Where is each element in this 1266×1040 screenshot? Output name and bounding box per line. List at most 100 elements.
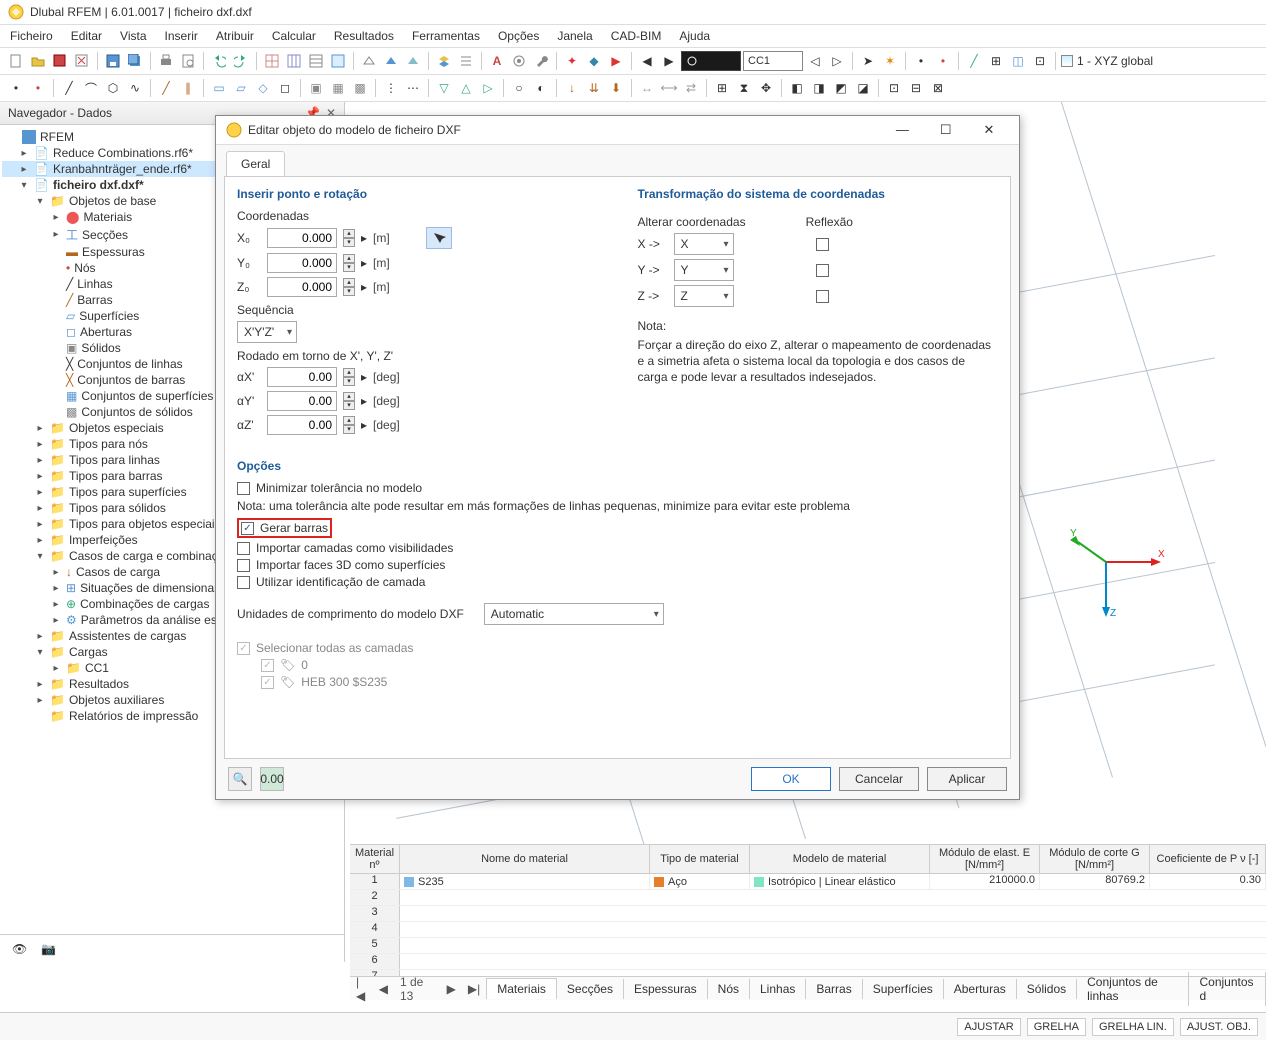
t3-icon[interactable]: ◩: [831, 78, 851, 98]
calc1-icon[interactable]: ✦: [562, 51, 582, 71]
tree-file[interactable]: Reduce Combinations.rf6*: [53, 146, 193, 160]
cancel-button[interactable]: Cancelar: [839, 767, 919, 791]
cell-tipo[interactable]: Aço: [668, 876, 687, 888]
spin-down[interactable]: ▾: [343, 287, 355, 296]
menu-ficheiro[interactable]: Ficheiro: [8, 27, 55, 45]
tab-nos[interactable]: Nós: [708, 979, 750, 999]
tree-cat[interactable]: Tipos para superfícies: [69, 485, 187, 499]
back-icon[interactable]: ◀: [637, 51, 657, 71]
cell-v[interactable]: 0.30: [1150, 874, 1266, 889]
menu-resultados[interactable]: Resultados: [332, 27, 396, 45]
next-icon[interactable]: ▷: [827, 51, 847, 71]
checkbox-import-3d[interactable]: [237, 559, 250, 572]
col-v[interactable]: Coeficiente de P ν [-]: [1150, 845, 1266, 873]
col-nome[interactable]: Nome do material: [400, 845, 650, 873]
input-ay[interactable]: [267, 391, 337, 411]
col-modelo[interactable]: Modelo de material: [750, 845, 930, 873]
spin-up[interactable]: ▴: [343, 278, 355, 287]
ok-button[interactable]: OK: [751, 767, 831, 791]
data-grid[interactable]: Material nº Nome do material Tipo de mat…: [350, 844, 1266, 976]
grid3-icon[interactable]: [306, 51, 326, 71]
cell-nome[interactable]: S235: [418, 876, 444, 888]
menu-inserir[interactable]: Inserir: [163, 27, 200, 45]
undo-icon[interactable]: [209, 51, 229, 71]
step-icon[interactable]: ▸: [361, 231, 367, 245]
menu-calcular[interactable]: Calcular: [270, 27, 318, 45]
tab-barras[interactable]: Barras: [806, 979, 862, 999]
menu-cadbim[interactable]: CAD-BIM: [609, 27, 664, 45]
fwd-icon[interactable]: ▶: [659, 51, 679, 71]
table-icon[interactable]: [328, 51, 348, 71]
tree-cat[interactable]: Tipos para sólidos: [69, 501, 166, 515]
dim2-icon[interactable]: ⟷: [659, 78, 679, 98]
scale-dropdown[interactable]: [681, 51, 741, 71]
hinge1-icon[interactable]: ○: [509, 78, 529, 98]
surf3-icon[interactable]: ◇: [253, 78, 273, 98]
dim3-icon[interactable]: ⇄: [681, 78, 701, 98]
tab-materiais[interactable]: Materiais: [486, 978, 557, 999]
cell-num[interactable]: 1: [350, 874, 400, 889]
tree-cat[interactable]: Relatórios de impressão: [69, 709, 198, 723]
input-az[interactable]: [267, 415, 337, 435]
tree-cat[interactable]: Assistentes de cargas: [69, 629, 186, 643]
grid1-icon[interactable]: [262, 51, 282, 71]
tree-item[interactable]: CC1: [85, 661, 109, 675]
sol1-icon[interactable]: ▣: [306, 78, 326, 98]
tab-conj2[interactable]: Conjuntos d: [1189, 972, 1266, 1006]
close-button[interactable]: ✕: [969, 122, 1009, 138]
maximize-button[interactable]: ☐: [926, 122, 966, 138]
checkbox-min-tol[interactable]: [237, 482, 250, 495]
spline-icon[interactable]: ∿: [125, 78, 145, 98]
close-icon[interactable]: [50, 51, 70, 71]
wrench-icon[interactable]: [531, 51, 551, 71]
sup2-icon[interactable]: △: [456, 78, 476, 98]
tree-item[interactable]: Materiais: [83, 210, 132, 224]
tree-item[interactable]: Sólidos: [81, 341, 120, 355]
redo-icon[interactable]: [231, 51, 251, 71]
m4-icon[interactable]: ⊡: [1030, 51, 1050, 71]
tree-objetos-base[interactable]: Objetos de base: [69, 194, 156, 208]
col-g[interactable]: Módulo de corte G [N/mm²]: [1040, 845, 1150, 873]
tree-item[interactable]: Conjuntos de barras: [77, 373, 185, 387]
move-icon[interactable]: ✥: [756, 78, 776, 98]
u3-icon[interactable]: ⊠: [928, 78, 948, 98]
cell-num[interactable]: 3: [350, 906, 400, 921]
pt1-icon[interactable]: •: [911, 51, 931, 71]
tree-item[interactable]: Secções: [82, 228, 128, 242]
mirror-icon[interactable]: ⧗: [734, 78, 754, 98]
spin-up[interactable]: ▴: [343, 368, 355, 377]
pt2-icon[interactable]: •: [933, 51, 953, 71]
calc2-icon[interactable]: ◆: [584, 51, 604, 71]
status-grelhalin[interactable]: GRELHA LIN.: [1092, 1018, 1174, 1036]
layers-icon[interactable]: [434, 51, 454, 71]
arc-icon[interactable]: ⌒: [81, 78, 101, 98]
preview-icon[interactable]: [178, 51, 198, 71]
col-e[interactable]: Módulo de elast. E [N/mm²]: [930, 845, 1040, 873]
tree-item[interactable]: Aberturas: [80, 325, 132, 339]
tree-item[interactable]: Superfícies: [79, 309, 139, 323]
t1-icon[interactable]: ◧: [787, 78, 807, 98]
tree-cat[interactable]: Resultados: [69, 677, 129, 691]
sup1-icon[interactable]: ▽: [434, 78, 454, 98]
calc3-icon[interactable]: ▶: [606, 51, 626, 71]
cell-num[interactable]: 2: [350, 890, 400, 905]
bar1-icon[interactable]: ╱: [156, 78, 176, 98]
ld2-icon[interactable]: ⇊: [584, 78, 604, 98]
copy-icon[interactable]: ⊞: [712, 78, 732, 98]
tree-item[interactable]: Combinações de cargas: [80, 597, 209, 611]
tree-item[interactable]: Barras: [77, 293, 112, 307]
eye-icon[interactable]: 👁: [12, 942, 27, 956]
tree-item[interactable]: Conjuntos de sólidos: [81, 405, 192, 419]
checkbox-refl-y[interactable]: [816, 264, 829, 277]
set2-icon[interactable]: ⋯: [403, 78, 423, 98]
dropdown-units[interactable]: Automatic: [484, 603, 664, 625]
menu-janela[interactable]: Janela: [555, 27, 594, 45]
tab-seccoes[interactable]: Secções: [557, 979, 624, 999]
tree-item[interactable]: Linhas: [77, 277, 112, 291]
tab-geral[interactable]: Geral: [226, 151, 285, 176]
spin-down[interactable]: ▾: [343, 401, 355, 410]
dropdown-x[interactable]: X: [674, 233, 734, 255]
u2-icon[interactable]: ⊟: [906, 78, 926, 98]
tree-casos[interactable]: Casos de carga e combinações: [69, 549, 237, 563]
camera-icon[interactable]: 📷: [41, 942, 56, 956]
